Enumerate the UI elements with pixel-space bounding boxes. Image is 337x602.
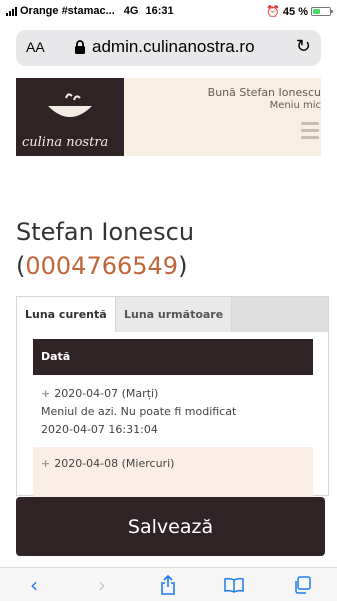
alarm-icon: ⏰ <box>266 6 280 18</box>
battery-percent: 45 % <box>282 5 308 18</box>
user-greeting: Bună Stefan Ionescu <box>207 86 321 99</box>
save-button[interactable]: Salvează <box>16 497 325 556</box>
status-left: Orange #stamac... 4G 16:31 <box>6 5 174 17</box>
share-icon[interactable] <box>148 568 188 602</box>
clock: 16:31 <box>145 5 174 17</box>
battery-fill <box>313 9 320 14</box>
reload-icon[interactable]: ↻ <box>296 36 311 57</box>
table-row[interactable]: +2020-04-07 (Marți) Meniul de azi. Nu po… <box>33 377 313 447</box>
status-right: ⏰ 45 % <box>266 5 333 18</box>
bowl-icon <box>48 93 92 117</box>
user-id-number: 0004766549 <box>25 252 179 280</box>
user-id: (0004766549) <box>16 252 187 280</box>
address-bar[interactable]: AA admin.culinanostra.ro ↻ <box>16 30 321 66</box>
logo-text: culina nostra <box>22 135 109 150</box>
forward-icon[interactable]: › <box>82 568 122 602</box>
bookmarks-icon[interactable] <box>214 568 254 602</box>
expand-plus-icon[interactable]: + <box>41 457 50 470</box>
signal-icon <box>6 6 17 16</box>
lock-icon <box>75 39 85 54</box>
status-bar: Orange #stamac... 4G 16:31 ⏰ 45 % <box>0 0 337 24</box>
tabs-icon[interactable] <box>282 568 322 602</box>
tab-current-month[interactable]: Luna curentă <box>17 297 116 332</box>
expand-plus-icon[interactable]: + <box>41 387 50 400</box>
user-id-close: ) <box>178 252 188 280</box>
row-timestamp: 2020-04-07 16:31:04 <box>41 423 158 436</box>
user-id-open: ( <box>16 252 26 280</box>
hamburger-menu-icon[interactable] <box>301 122 319 143</box>
menu-label: Meniu mic <box>269 100 321 111</box>
row-note: Meniul de azi. Nu poate fi modificat <box>41 405 237 418</box>
url-wrap: admin.culinanostra.ro <box>74 37 255 57</box>
table-header-date: Dată <box>33 339 313 375</box>
tab-bar: Luna curentă Luna următoare <box>17 297 328 332</box>
table-row[interactable]: +2020-04-08 (Miercuri) <box>33 447 313 497</box>
logo[interactable]: culina nostra <box>16 78 124 156</box>
battery-icon <box>311 7 333 16</box>
menu-tabs-panel: Luna curentă Luna următoare Dată +2020-0… <box>16 296 329 497</box>
carrier-label: Orange #stamac... <box>20 5 115 17</box>
back-icon[interactable]: ‹ <box>14 568 54 602</box>
network-label: 4G <box>123 5 139 17</box>
user-name-heading: Stefan Ionescu <box>16 218 195 246</box>
reader-options-button[interactable]: AA <box>26 39 45 55</box>
site-header: culina nostra Bună Stefan Ionescu Meniu … <box>16 78 321 156</box>
tab-next-month[interactable]: Luna următoare <box>116 297 233 332</box>
browser-toolbar: ‹ › <box>0 567 337 601</box>
url-text[interactable]: admin.culinanostra.ro <box>92 37 255 57</box>
row-date: 2020-04-08 (Miercuri) <box>54 457 175 470</box>
row-date: 2020-04-07 (Marți) <box>54 387 159 400</box>
